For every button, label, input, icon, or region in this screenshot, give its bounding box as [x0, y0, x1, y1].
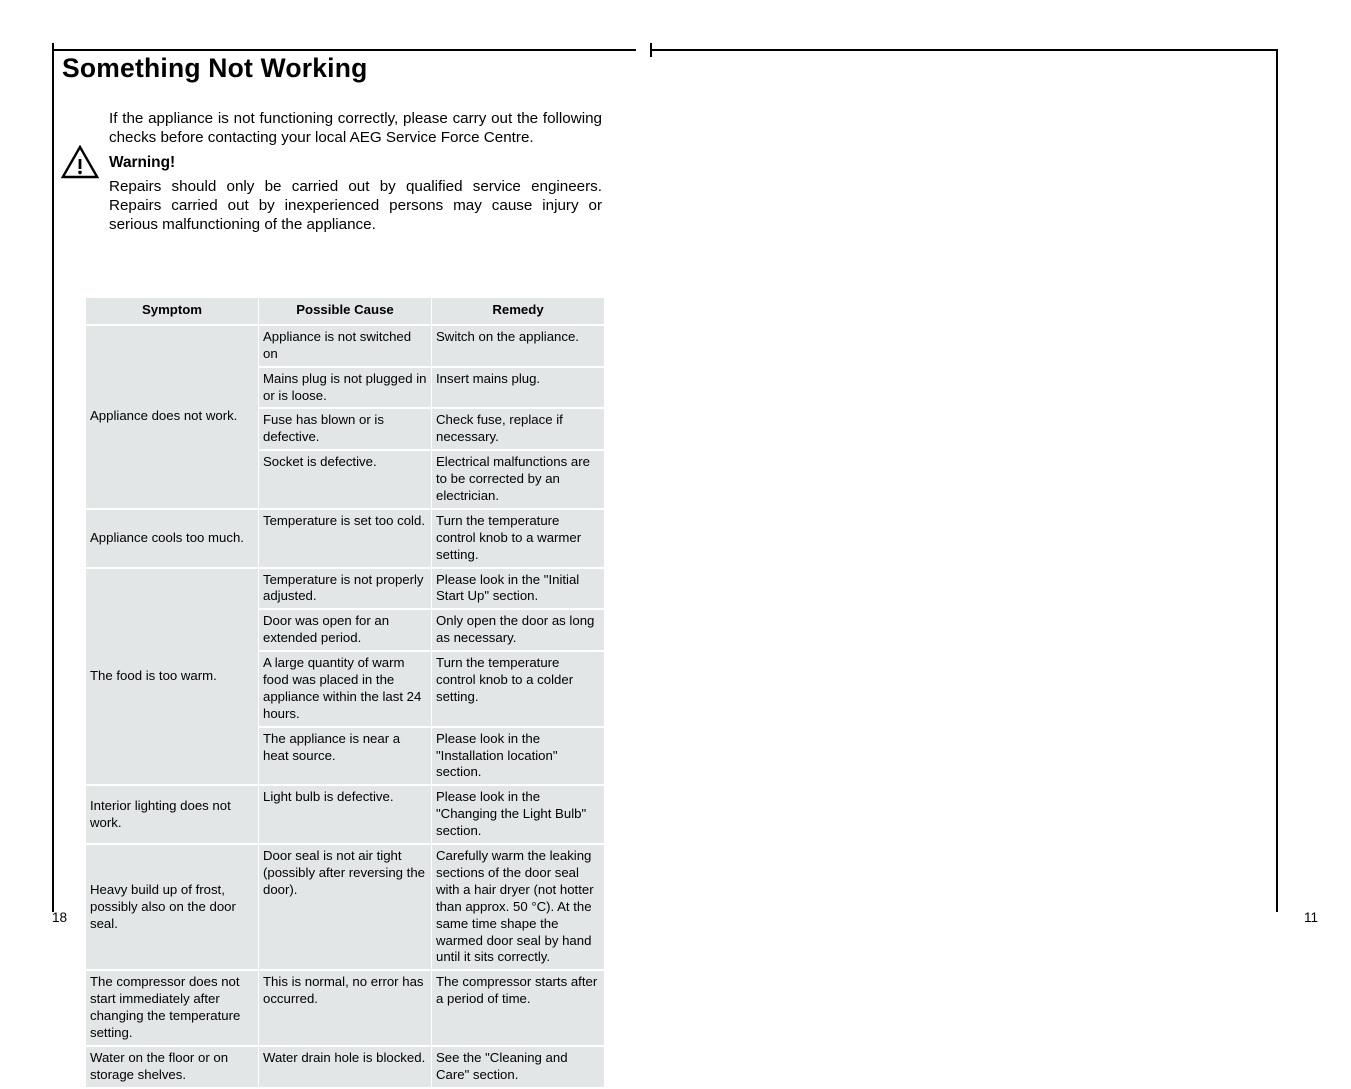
right-page-spine-rule	[1276, 49, 1278, 912]
page-right: Temperature display The temperature disp…	[650, 0, 1351, 954]
left-page-top-rule	[52, 49, 636, 51]
table-cell-cause: Door seal is not air tight (possibly aft…	[259, 845, 431, 970]
table-row: The food is too warm. Temperature is not …	[86, 568, 604, 785]
table-cell-remedy: The compressor starts after a period of …	[432, 971, 604, 1045]
table-cell-symptom: Appliance cools too much.	[86, 509, 258, 567]
table-cell-remedy: Turn the temperature control knob to a c…	[432, 652, 604, 726]
table-cell-remedy: Insert mains plug.	[432, 367, 604, 408]
warning-block: If the appliance is not functioning corr…	[61, 109, 602, 234]
troubleshooting-table: Symptom Possible Cause Remedy Appliance …	[85, 296, 605, 1089]
table-cell-cause: Light bulb is defective.	[259, 786, 431, 844]
table-cell-cause: Appliance is not switched on	[259, 325, 431, 366]
table-cell-remedy: See the "Cleaning and Care" section.	[432, 1046, 604, 1087]
warning-triangle-icon	[61, 145, 99, 179]
table-cell-remedy: Please look in the "Changing the Light B…	[432, 786, 604, 844]
table-cell-cause: Socket is defective.	[259, 451, 431, 508]
table-cell-remedy: Please look in the "Initial Start Up" se…	[432, 568, 604, 609]
table-cell-remedy: Check fuse, replace if necessary.	[432, 409, 604, 450]
table-cell-remedy: Carefully warm the leaking sections of t…	[432, 845, 604, 970]
table-row: Interior lighting does not work. Light bu…	[86, 786, 604, 844]
table-cell-cause: Water drain hole is blocked.	[259, 1046, 431, 1087]
table-cell-remedy: Electrical malfunctions are to be correc…	[432, 451, 604, 508]
table-row: The compressor does not start immediatel…	[86, 971, 604, 1045]
table-cell-symptom: Interior lighting does not work.	[86, 786, 258, 844]
warning-label: Warning!	[109, 154, 176, 172]
table-row: Appliance does not work. Appliance is not…	[86, 325, 604, 508]
table-cell-cause: This is normal, no error has occurred.	[259, 971, 431, 1045]
column-header-possible-cause: Possible Cause	[259, 298, 431, 324]
right-page-top-left-tick	[650, 43, 652, 57]
table-cell-cause: Mains plug is not plugged in or is loose…	[259, 367, 431, 408]
table-cell-symptom: The compressor does not start immediatel…	[86, 971, 258, 1045]
table-cell-remedy: Switch on the appliance.	[432, 325, 604, 366]
warning-paragraph: Repairs should only be carried out by qu…	[109, 177, 602, 234]
table-cell-cause: The appliance is near a heat source.	[259, 727, 431, 785]
table-body: Appliance does not work. Appliance is not…	[86, 325, 604, 1087]
table-cell-symptom: Appliance does not work.	[86, 325, 258, 508]
table-row: Water on the floor or on storage shelves…	[86, 1046, 604, 1087]
table-cell-remedy: Only open the door as long as necessary.	[432, 610, 604, 651]
column-header-symptom: Symptom	[86, 298, 258, 324]
table-cell-cause: Temperature is set too cold.	[259, 509, 431, 567]
document-spread: Something Not Working If the appliance i…	[0, 0, 1351, 1087]
column-header-remedy: Remedy	[432, 298, 604, 324]
table-cell-cause: Door was open for an extended period.	[259, 610, 431, 651]
table-cell-symptom: Heavy build up of frost, possibly also o…	[86, 845, 258, 970]
table-cell-cause: Fuse has blown or is defective.	[259, 409, 431, 450]
table-cell-remedy: Please look in the "Installation locatio…	[432, 727, 604, 785]
table-cell-cause: Temperature is not properly adjusted.	[259, 568, 431, 609]
intro-paragraph: If the appliance is not functioning corr…	[109, 110, 602, 147]
left-page-spine-rule	[52, 49, 54, 912]
table-header: Symptom Possible Cause Remedy	[86, 298, 604, 324]
page-number-left: 18	[52, 910, 68, 925]
table-cell-cause: A large quantity of warm food was placed…	[259, 652, 431, 726]
table-header-row: Symptom Possible Cause Remedy	[86, 298, 604, 324]
table-row: Appliance cools too much. Temperature is …	[86, 509, 604, 567]
right-page-top-rule	[650, 49, 1278, 51]
table-cell-symptom: Water on the floor or on storage shelves…	[86, 1046, 258, 1087]
left-page-content: Something Not Working If the appliance i…	[61, 53, 640, 240]
page-number-right: 11	[1304, 910, 1319, 925]
table-row: Heavy build up of frost, possibly also o…	[86, 845, 604, 970]
table-cell-symptom: The food is too warm.	[86, 568, 258, 785]
page-left: Something Not Working If the appliance i…	[0, 0, 675, 1087]
page-title: Something Not Working	[62, 53, 368, 83]
table-cell-remedy: Turn the temperature control knob to a w…	[432, 509, 604, 567]
